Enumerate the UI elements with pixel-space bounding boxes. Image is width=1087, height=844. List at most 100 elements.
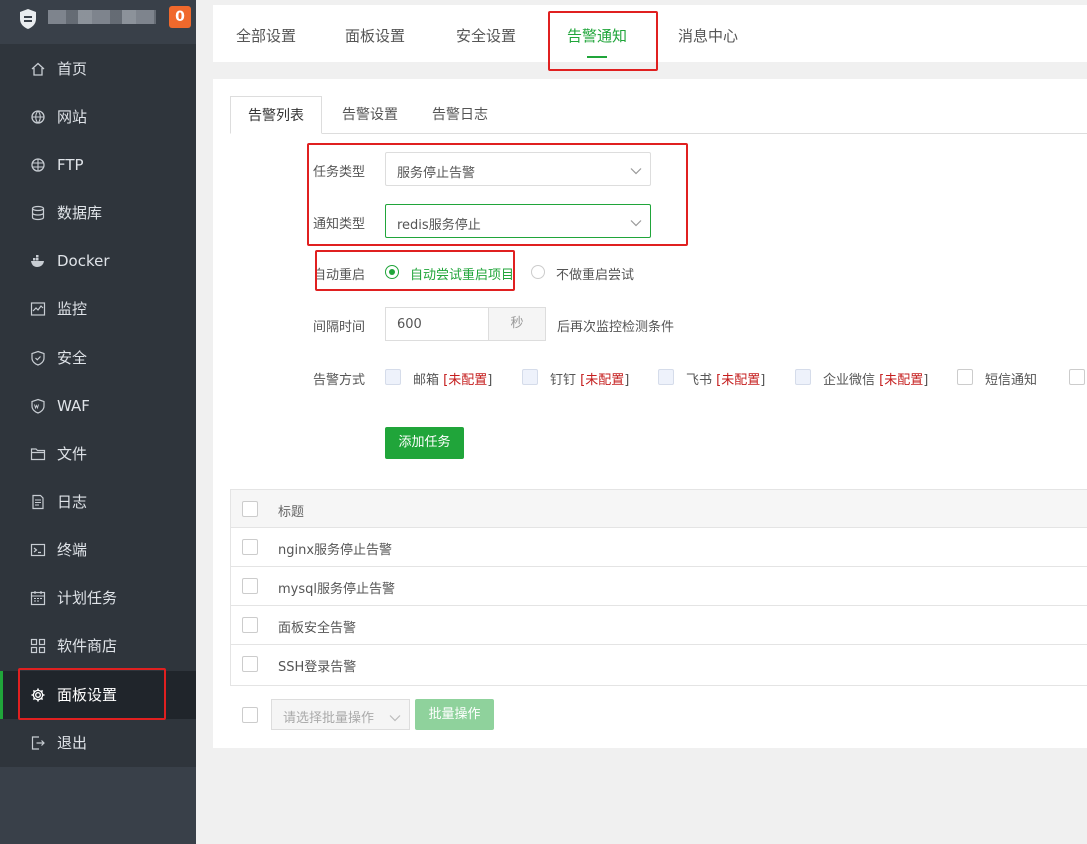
notify-type-value: redis服务停止 <box>397 218 481 233</box>
interval-input[interactable]: 600 <box>385 307 489 341</box>
sidebar-item-label: 终端 <box>57 541 88 559</box>
brand-logo-icon <box>18 8 38 30</box>
sidebar-item-label: 安全 <box>57 349 88 367</box>
auto-restart-label: 自动重启 <box>313 268 366 283</box>
chevron-down-icon <box>630 164 642 175</box>
method-feishu-checkbox[interactable] <box>658 369 674 385</box>
sidebar-item-label: 首页 <box>57 60 88 78</box>
sidebar-item-label: 软件商店 <box>57 637 118 655</box>
home-icon <box>30 61 46 77</box>
interval-unit: 秒 <box>489 307 546 341</box>
sidebar-item-panel-settings[interactable]: 面板设置 <box>0 671 196 719</box>
chevron-down-icon <box>389 711 401 726</box>
sidebar-item-label: 监控 <box>57 300 88 318</box>
method-sms-checkbox[interactable] <box>957 369 973 385</box>
terminal-icon <box>30 542 46 558</box>
row-title: nginx服务停止告警 <box>278 543 393 558</box>
alert-task-table: 标题 nginx服务停止告警 mysql服务停止告警 面板安全告警 SSH登录告… <box>230 489 1087 686</box>
table-row: mysql服务停止告警 <box>231 567 1087 606</box>
method-email-checkbox[interactable] <box>385 369 401 385</box>
sidebar-item-label: 文件 <box>57 445 88 463</box>
method-more-checkbox[interactable] <box>1069 369 1085 385</box>
select-all-checkbox[interactable] <box>242 501 258 517</box>
column-title-header: 标题 <box>278 505 305 520</box>
sidebar-item-docker[interactable]: Docker <box>0 237 196 285</box>
sidebar-item-ftp[interactable]: FTP <box>0 141 196 189</box>
subtab-alert-list[interactable]: 告警列表 <box>230 96 322 134</box>
row-checkbox[interactable] <box>242 617 258 633</box>
sidebar-item-website[interactable]: 网站 <box>0 93 196 141</box>
subtab-alert-settings[interactable]: 告警设置 <box>330 96 410 134</box>
interval-value: 600 <box>397 317 422 332</box>
interval-suffix: 后再次监控检测条件 <box>557 320 675 335</box>
docker-icon <box>30 253 46 269</box>
batch-operation-select[interactable]: 请选择批量操作 <box>271 699 410 730</box>
globe-icon <box>30 109 46 125</box>
subtab-alert-logs[interactable]: 告警日志 <box>420 96 500 134</box>
sidebar-item-cron[interactable]: 计划任务 <box>0 574 196 622</box>
auto-restart-option-none[interactable]: 不做重启尝试 <box>556 264 634 283</box>
row-title: mysql服务停止告警 <box>278 582 395 597</box>
gear-icon <box>30 687 46 703</box>
method-wechat-work-checkbox[interactable] <box>795 369 811 385</box>
method-wechat-work-label: 企业微信 [未配置] <box>823 373 929 388</box>
tab-panel-settings[interactable]: 面板设置 <box>345 25 405 46</box>
sidebar-item-database[interactable]: 数据库 <box>0 189 196 237</box>
folder-icon <box>30 446 46 462</box>
task-type-select[interactable]: 服务停止告警 <box>385 152 651 186</box>
tab-alert-notification[interactable]: 告警通知 <box>567 25 627 46</box>
method-dingtalk-checkbox[interactable] <box>522 369 538 385</box>
row-checkbox[interactable] <box>242 656 258 672</box>
sidebar-item-app-store[interactable]: 软件商店 <box>0 622 196 670</box>
waf-shield-icon <box>30 398 46 414</box>
row-checkbox[interactable] <box>242 539 258 555</box>
method-email-label: 邮箱 [未配置] <box>413 373 493 388</box>
sidebar-item-label: 数据库 <box>57 204 103 222</box>
chevron-down-icon <box>630 216 642 227</box>
monitor-icon <box>30 301 46 317</box>
sidebar-item-monitor[interactable]: 监控 <box>0 285 196 333</box>
sidebar-item-waf[interactable]: WAF <box>0 382 196 430</box>
batch-operation-button[interactable]: 批量操作 <box>415 699 494 730</box>
table-row: SSH登录告警 <box>231 645 1087 685</box>
tab-security-settings[interactable]: 安全设置 <box>456 25 516 46</box>
add-task-button[interactable]: 添加任务 <box>385 427 464 459</box>
batch-select-placeholder: 请选择批量操作 <box>283 711 375 726</box>
tab-all-settings[interactable]: 全部设置 <box>236 25 296 46</box>
logout-icon <box>30 735 46 751</box>
sidebar-item-label: 日志 <box>57 493 88 511</box>
tab-message-center[interactable]: 消息中心 <box>678 25 738 46</box>
sidebar-item-security[interactable]: 安全 <box>0 334 196 382</box>
calendar-icon <box>30 590 46 606</box>
sidebar-item-logs[interactable]: 日志 <box>0 478 196 526</box>
sidebar-item-label: 面板设置 <box>57 686 118 704</box>
brand-name-blurred <box>48 10 156 24</box>
method-feishu-label: 飞书 [未配置] <box>686 373 766 388</box>
method-dingtalk-label: 钉钉 [未配置] <box>550 373 630 388</box>
auto-restart-radio-off[interactable] <box>531 265 545 279</box>
sidebar-item-label: Docker <box>57 252 110 270</box>
sidebar-item-label: WAF <box>57 397 90 415</box>
table-header: 标题 <box>231 490 1087 528</box>
sidebar: 0 首页 网站 FTP 数据库 Docker 监控 安全 WAF 文件 日志 终… <box>0 0 196 844</box>
batch-select-all-checkbox[interactable] <box>242 707 258 723</box>
interval-label: 间隔时间 <box>313 320 366 335</box>
sidebar-item-label: 计划任务 <box>57 589 118 607</box>
sidebar-item-logout[interactable]: 退出 <box>0 719 196 767</box>
sidebar-item-terminal[interactable]: 终端 <box>0 526 196 574</box>
sidebar-item-label: FTP <box>57 156 84 174</box>
auto-restart-option-try[interactable]: 自动尝试重启项目 <box>410 264 514 283</box>
notify-type-select[interactable]: redis服务停止 <box>385 204 651 238</box>
sidebar-item-label: 网站 <box>57 108 88 126</box>
method-sms-label: 短信通知 <box>985 373 1038 388</box>
notification-badge[interactable]: 0 <box>169 6 191 28</box>
auto-restart-radio-on[interactable] <box>385 265 399 279</box>
shield-icon <box>30 350 46 366</box>
sidebar-item-home[interactable]: 首页 <box>0 45 196 93</box>
log-icon <box>30 494 46 510</box>
sidebar-item-label: 退出 <box>57 734 88 752</box>
apps-icon <box>30 638 46 654</box>
row-title: 面板安全告警 <box>278 621 357 636</box>
row-checkbox[interactable] <box>242 578 258 594</box>
sidebar-item-files[interactable]: 文件 <box>0 430 196 478</box>
